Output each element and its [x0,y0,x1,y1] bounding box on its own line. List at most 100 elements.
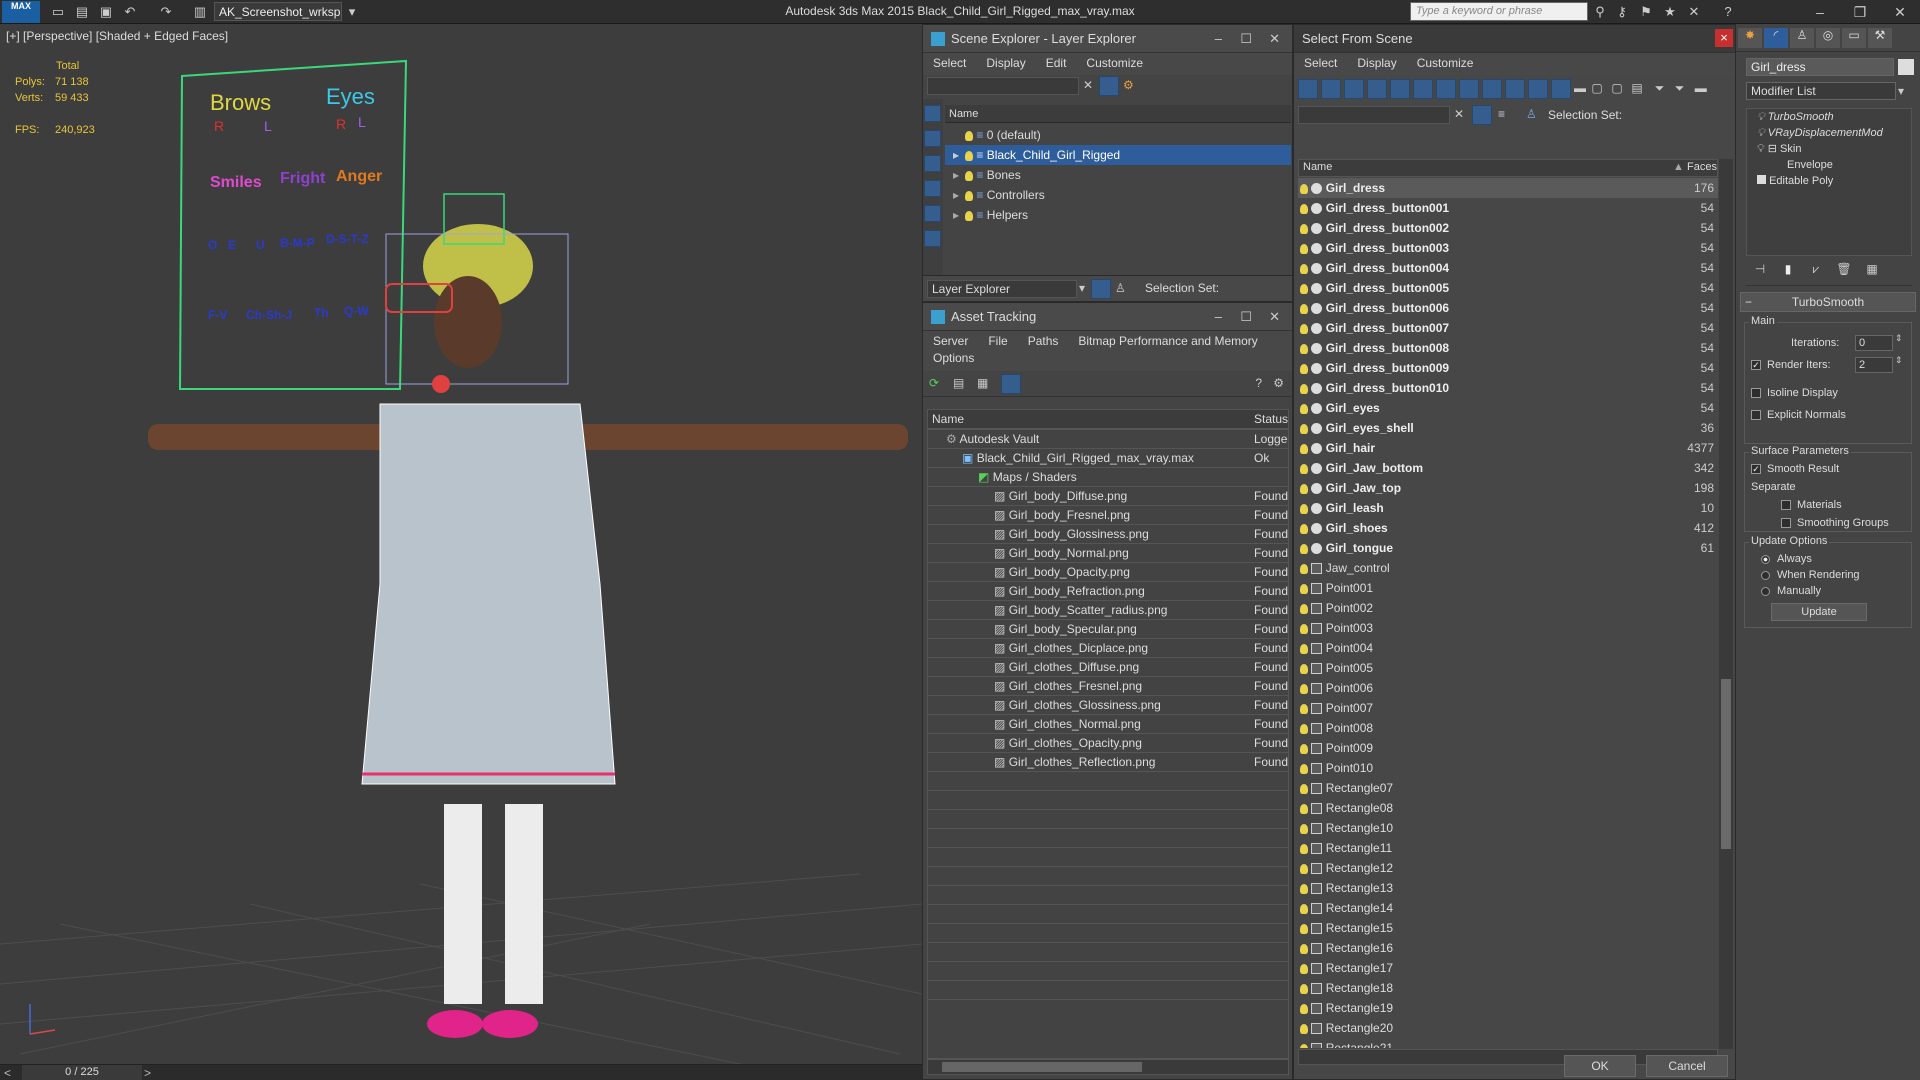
layer-visibility-bulb-icon[interactable] [965,170,973,181]
at-col-name[interactable]: Name [932,412,964,426]
rollout-collapse-icon[interactable]: − [1745,293,1752,311]
se-menu-customize[interactable]: Customize [1076,53,1153,73]
se-layer-manage-icon[interactable] [1091,279,1111,299]
se-maximize-button[interactable]: ☐ [1240,25,1252,53]
motion-tab-icon[interactable]: ◎ [1816,28,1840,48]
sfs-vertical-scrollbar[interactable] [1719,159,1733,1049]
filter-lights-icon[interactable] [1344,79,1364,99]
scene-explorer-titlebar[interactable]: Scene Explorer - Layer Explorer – ☐ ✕ [923,25,1292,53]
materials-checkbox[interactable] [1781,499,1796,511]
sfs-menu-customize[interactable]: Customize [1407,53,1484,73]
filter-groups-icon[interactable] [1436,79,1456,99]
save-file-icon[interactable]: ▣ [98,4,114,20]
at-horizontal-scrollbar[interactable] [927,1059,1289,1075]
restore-window-button[interactable]: ❐ [1840,0,1880,24]
visibility-bulb-icon[interactable] [1300,763,1308,774]
sfs-object-row[interactable]: Rectangle19 [1298,998,1718,1018]
update-button[interactable]: Update [1771,603,1867,621]
iterations-spinner[interactable]: 0 [1855,335,1893,351]
sfs-col-faces[interactable]: Faces [1687,161,1717,173]
visibility-bulb-icon[interactable] [1300,723,1308,734]
create-tab-icon[interactable]: ✸ [1738,28,1762,48]
sfs-cancel-button[interactable]: Cancel [1646,1055,1728,1077]
visibility-bulb-icon[interactable] [1300,963,1308,974]
at-row[interactable]: ▨ Girl_clothes_Reflection.png Found [928,753,1288,772]
at-row[interactable]: ▨ Girl_clothes_Opacity.png Found [928,734,1288,753]
minimize-window-button[interactable]: – [1800,0,1840,24]
new-file-icon[interactable]: ▭ [50,4,66,20]
se-menu-edit[interactable]: Edit [1036,53,1077,73]
sfs-object-row[interactable]: Girl_dress_button001 54 [1298,198,1718,218]
visibility-bulb-icon[interactable] [1300,203,1308,214]
asset-tracking-titlebar[interactable]: Asset Tracking – ☐ ✕ [923,303,1292,331]
se-close-button[interactable]: ✕ [1269,25,1280,53]
sfs-object-row[interactable]: Rectangle10 [1298,818,1718,838]
at-row[interactable]: ▣ Black_Child_Girl_Rigged_max_vray.max Ok [928,449,1288,468]
visibility-bulb-icon[interactable] [1300,683,1308,694]
sfs-object-row[interactable]: Girl_dress_button003 54 [1298,238,1718,258]
visibility-bulb-icon[interactable] [1300,463,1308,474]
sfs-filter-options-icon[interactable]: ⏷ [1675,81,1695,96]
filter-bones-icon[interactable] [1482,79,1502,99]
at-table-view-icon[interactable] [1001,374,1021,394]
sfs-object-row[interactable]: Girl_shoes 412 [1298,518,1718,538]
sfs-object-row[interactable]: Girl_dress_button006 54 [1298,298,1718,318]
visibility-bulb-icon[interactable] [1300,383,1308,394]
sfs-object-row[interactable]: Point004 [1298,638,1718,658]
visibility-bulb-icon[interactable] [1300,903,1308,914]
visibility-bulb-icon[interactable] [1300,1003,1308,1014]
sfs-object-row[interactable]: Point007 [1298,698,1718,718]
app-logo[interactable]: MAX [2,1,40,23]
sfs-menu-display[interactable]: Display [1347,53,1406,73]
smooth-result-checkbox[interactable]: ✓ [1751,463,1766,475]
visibility-bulb-icon[interactable] [1300,943,1308,954]
object-name-input[interactable]: Girl_dress [1746,58,1894,76]
se-display-lights-icon[interactable] [924,155,941,172]
manually-radio[interactable] [1761,585,1775,597]
visibility-bulb-icon[interactable] [1300,283,1308,294]
layer-visibility-bulb-icon[interactable] [965,150,973,161]
filter-cameras-icon[interactable] [1367,79,1387,99]
pin-stack-icon[interactable]: ⊣ [1746,262,1774,276]
project-folder-icon[interactable]: ▥ [192,4,208,20]
sfs-object-row[interactable]: Rectangle11 [1298,838,1718,858]
open-file-icon[interactable]: ▤ [74,4,90,20]
visibility-bulb-icon[interactable] [1300,843,1308,854]
sfs-object-row[interactable]: Rectangle07 [1298,778,1718,798]
sfs-object-row[interactable]: Point009 [1298,738,1718,758]
se-expand-icon[interactable]: ▸ [953,165,965,185]
sfs-object-row[interactable]: Girl_dress_button005 54 [1298,278,1718,298]
se-expand-icon[interactable]: ▸ [953,185,965,205]
modifier-stack-item[interactable]: 💡︎ ⊟ Skin [1747,141,1911,157]
filter-containers-icon[interactable] [1505,79,1525,99]
layer-visibility-bulb-icon[interactable] [965,190,973,201]
sfs-object-row[interactable]: Girl_eyes 54 [1298,398,1718,418]
at-maximize-button[interactable]: ☐ [1240,303,1252,331]
sfs-object-row[interactable]: Point005 [1298,658,1718,678]
sfs-object-row[interactable]: Girl_dress_button007 54 [1298,318,1718,338]
visibility-bulb-icon[interactable] [1300,363,1308,374]
render-iters-spinner-arrows[interactable]: ⇕ [1895,355,1903,366]
sfs-object-row[interactable]: Point002 [1298,598,1718,618]
at-row[interactable]: ▨ Girl_clothes_Fresnel.png Found [928,677,1288,696]
render-iters-spinner[interactable]: 2 [1855,357,1893,373]
expand-minus-icon[interactable]: ⊟ [1768,143,1777,155]
se-minimize-button[interactable]: – [1215,25,1222,53]
explicit-normals-checkbox[interactable] [1751,409,1766,421]
display-tab-icon[interactable]: ▭ [1842,28,1866,48]
filter-xrefs-icon[interactable] [1459,79,1479,99]
at-menu-bitmap[interactable]: Bitmap Performance and Memory [1068,331,1267,351]
sfs-collapse-icon[interactable]: ▬ [1695,81,1715,95]
se-display-helpers-icon[interactable] [924,205,941,222]
filter-helpers-icon[interactable] [1390,79,1410,99]
smoothing-groups-checkbox[interactable] [1781,517,1796,529]
sfs-search-input[interactable] [1298,106,1450,124]
at-row[interactable]: ▨ Girl_body_Refraction.png Found [928,582,1288,601]
se-layer-row[interactable]: ▸ ≡ Helpers [945,205,1291,225]
visibility-bulb-icon[interactable] [1300,643,1308,654]
at-row[interactable]: ▨ Girl_body_Scatter_radius.png Found [928,601,1288,620]
visibility-bulb-icon[interactable] [1300,403,1308,414]
visibility-bulb-icon[interactable] [1300,483,1308,494]
always-radio[interactable] [1761,553,1775,565]
visibility-bulb-icon[interactable] [1300,703,1308,714]
